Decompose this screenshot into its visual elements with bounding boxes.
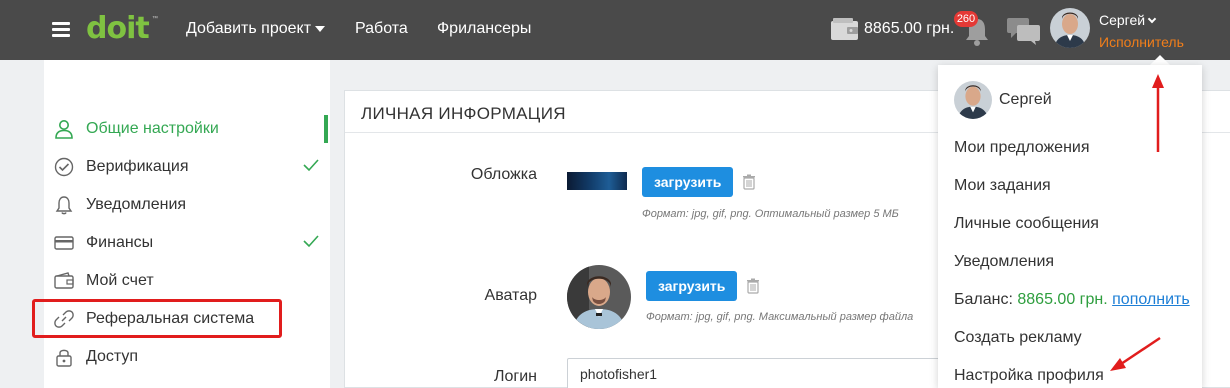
sidebar-item-my-account[interactable]: Мой счет [44, 264, 330, 298]
menu-item-profile-settings[interactable]: Настройка профиля [954, 367, 1104, 385]
chevron-down-icon [1147, 14, 1157, 24]
sidebar-item-general-settings[interactable]: Общие настройки [44, 112, 330, 146]
cover-thumbnail [567, 172, 627, 190]
check-circle-icon [54, 157, 74, 177]
menu-item-balance: Баланс: 8865.00 грн. пополнить [954, 291, 1190, 309]
bell-icon [55, 196, 73, 215]
sidebar-item-verification[interactable]: Верификация [44, 150, 330, 184]
nav-freelancers[interactable]: Фрилансеры [437, 20, 531, 38]
sidebar-item-finances[interactable]: Финансы [44, 226, 330, 260]
dropdown-notch [1150, 55, 1170, 65]
active-indicator [324, 115, 328, 143]
login-label: Логин [493, 368, 537, 385]
nav-add-project[interactable]: Добавить проект [186, 20, 326, 38]
profile-avatar [567, 265, 631, 329]
page-title: ЛИЧНАЯ ИНФОРМАЦИЯ [361, 104, 566, 123]
sidebar-item-access[interactable]: Доступ [44, 340, 330, 374]
caret-down-icon [315, 25, 326, 32]
sidebar-item-label: Финансы [86, 234, 154, 251]
notifications-badge: 260 [954, 11, 978, 27]
menu-item-notifications[interactable]: Уведомления [954, 253, 1054, 271]
hamburger-menu-icon[interactable] [52, 22, 70, 38]
cover-label: Обложка [470, 166, 537, 183]
upload-cover-button[interactable]: загрузить [642, 167, 734, 197]
wallet-icon[interactable] [830, 17, 860, 41]
logo-text: doit [86, 11, 150, 46]
avatar-format-hint: Формат: jpg, gif, png. Максимальный разм… [646, 311, 914, 323]
sidebar-item-label: Доступ [86, 348, 139, 365]
sidebar-item-label: Общие настройки [86, 120, 219, 137]
settings-sidebar: Общие настройки Верификация Уведомления … [44, 60, 330, 388]
menu-item-messages[interactable]: Личные сообщения [954, 215, 1099, 233]
sidebar-item-label: Верификация [86, 158, 189, 175]
user-icon [55, 120, 73, 139]
dropdown-avatar[interactable] [954, 81, 992, 119]
cover-format-hint: Формат: jpg, gif, png. Оптимальный разме… [642, 208, 899, 220]
checkmark-icon [303, 159, 319, 172]
balance-label: Баланс: [954, 291, 1013, 308]
checkmark-icon [303, 235, 319, 248]
nav-work[interactable]: Работа [355, 20, 408, 38]
nav-add-project-label: Добавить проект [186, 20, 312, 37]
user-dropdown-menu: Сергей Мои предложения Мои задания Личны… [938, 65, 1202, 388]
user-avatar-top[interactable] [1050, 8, 1090, 48]
menu-item-my-tasks[interactable]: Мои задания [954, 177, 1051, 195]
header-balance[interactable]: 8865.00 грн. [864, 20, 954, 38]
upload-avatar-button[interactable]: загрузить [646, 271, 738, 301]
user-menu-toggle[interactable]: Сергей [1099, 12, 1157, 28]
balance-value: 8865.00 грн. [1017, 291, 1108, 308]
doit-logo[interactable]: doit ™ [86, 12, 160, 46]
sidebar-item-label: Уведомления [86, 196, 187, 213]
sidebar-item-notifications[interactable]: Уведомления [44, 188, 330, 222]
top-up-link[interactable]: пополнить [1112, 291, 1190, 308]
sidebar-item-label: Мой счет [86, 272, 154, 289]
avatar-label: Аватар [484, 287, 537, 304]
menu-item-my-offers[interactable]: Мои предложения [954, 139, 1090, 157]
menu-item-create-ad[interactable]: Создать рекламу [954, 329, 1082, 347]
delete-cover-trash-icon[interactable] [742, 174, 756, 190]
user-name-top: Сергей [1099, 12, 1146, 28]
annotation-highlight-box [32, 299, 282, 338]
delete-avatar-trash-icon[interactable] [746, 278, 760, 294]
dropdown-user-name[interactable]: Сергей [999, 91, 1052, 109]
credit-card-icon [54, 236, 74, 250]
top-navigation-bar: doit ™ Добавить проект Работа Фрилансеры… [0, 0, 1230, 60]
lock-icon [56, 349, 72, 367]
messages-icon[interactable] [1006, 16, 1042, 46]
login-input[interactable] [567, 358, 987, 388]
user-role: Исполнитель [1099, 34, 1184, 50]
wallet-icon [54, 272, 74, 289]
